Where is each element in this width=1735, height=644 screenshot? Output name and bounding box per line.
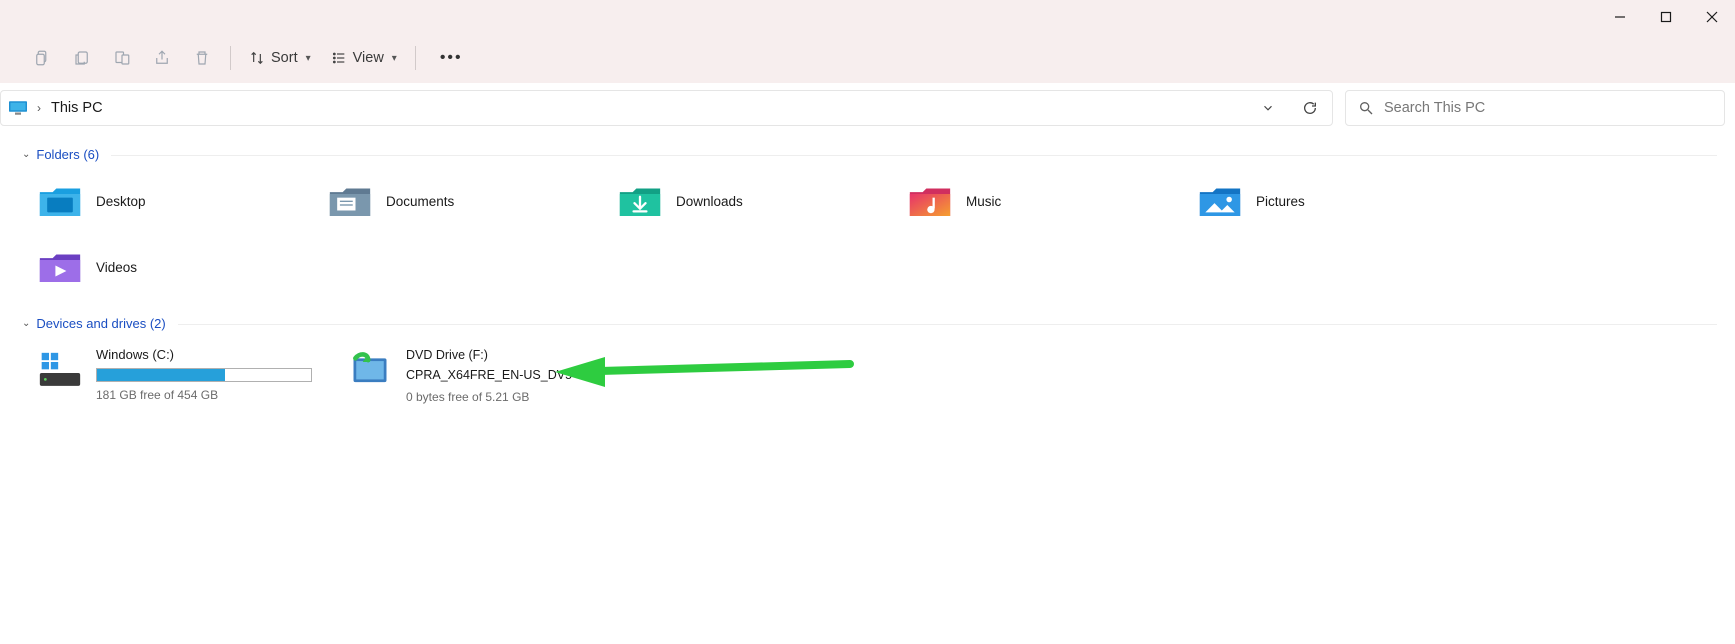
folder-label: Music — [966, 194, 1001, 209]
folder-desktop[interactable]: Desktop — [32, 174, 322, 228]
pictures-folder-icon — [1198, 181, 1242, 221]
title-bar — [0, 0, 1735, 33]
share-button[interactable] — [142, 38, 182, 78]
folder-videos[interactable]: Videos — [32, 240, 322, 294]
address-bar[interactable]: › This PC — [0, 90, 1333, 126]
drive-windows-c[interactable]: Windows (C:) 181 GB free of 454 GB — [32, 345, 322, 406]
history-dropdown-button[interactable] — [1250, 91, 1286, 125]
navigation-row: › This PC — [0, 83, 1735, 133]
folder-label: Desktop — [96, 194, 146, 209]
folders-section-label: Folders (6) — [36, 147, 99, 162]
hard-drive-icon — [38, 349, 82, 389]
folder-label: Videos — [96, 260, 137, 275]
delete-button[interactable] — [182, 38, 222, 78]
downloads-folder-icon — [618, 181, 662, 221]
view-icon — [331, 50, 347, 66]
this-pc-icon — [9, 101, 27, 115]
maximize-button[interactable] — [1643, 0, 1689, 33]
refresh-button[interactable] — [1292, 91, 1328, 125]
dvd-drive-icon — [348, 349, 392, 389]
close-button[interactable] — [1689, 0, 1735, 33]
folder-label: Documents — [386, 194, 454, 209]
drive-usage-bar — [96, 368, 312, 382]
sort-menu[interactable]: Sort ▾ — [239, 50, 321, 66]
videos-folder-icon — [38, 247, 82, 287]
paste-button[interactable] — [102, 38, 142, 78]
folders-section-header[interactable]: ⌄ Folders (6) — [18, 133, 1717, 168]
drive-title-line2: CPRA_X64FRE_EN-US_DV5 — [406, 367, 626, 383]
search-box[interactable] — [1345, 90, 1725, 126]
sort-icon — [249, 50, 265, 66]
drive-title: Windows (C:) — [96, 347, 316, 364]
folder-music[interactable]: Music — [902, 174, 1192, 228]
folder-label: Downloads — [676, 194, 743, 209]
search-input[interactable] — [1384, 100, 1712, 116]
chevron-down-icon: ⌄ — [22, 149, 30, 160]
minimize-button[interactable] — [1597, 0, 1643, 33]
drive-dvd-f[interactable]: DVD Drive (F:) CPRA_X64FRE_EN-US_DV5 0 b… — [342, 345, 632, 406]
more-options-button[interactable]: ••• — [424, 49, 479, 67]
drive-subtitle: 0 bytes free of 5.21 GB — [406, 390, 626, 404]
music-folder-icon — [908, 181, 952, 221]
folders-grid: Desktop Documents Downloads Music — [18, 168, 1717, 302]
sort-label: Sort — [271, 50, 298, 66]
chevron-down-icon: ▾ — [392, 53, 397, 64]
chevron-down-icon: ⌄ — [22, 318, 30, 329]
documents-folder-icon — [328, 181, 372, 221]
drives-section-header[interactable]: ⌄ Devices and drives (2) — [18, 302, 1717, 337]
folder-label: Pictures — [1256, 194, 1305, 209]
drive-title-line1: DVD Drive (F:) — [406, 347, 626, 363]
drives-section-label: Devices and drives (2) — [36, 316, 165, 331]
toolbar: Sort ▾ View ▾ ••• — [0, 33, 1735, 83]
folder-downloads[interactable]: Downloads — [612, 174, 902, 228]
content-area: ⌄ Folders (6) Desktop Documents Download… — [0, 133, 1735, 644]
desktop-folder-icon — [38, 181, 82, 221]
view-label: View — [353, 50, 384, 66]
drives-row: Windows (C:) 181 GB free of 454 GB DVD D… — [18, 337, 1717, 406]
view-menu[interactable]: View ▾ — [321, 50, 407, 66]
breadcrumb-location[interactable]: This PC — [51, 100, 103, 116]
drive-subtitle: 181 GB free of 454 GB — [96, 388, 316, 402]
copy-button[interactable] — [62, 38, 102, 78]
folder-pictures[interactable]: Pictures — [1192, 174, 1482, 228]
chevron-down-icon: ▾ — [306, 53, 311, 64]
search-icon — [1358, 100, 1374, 116]
folder-documents[interactable]: Documents — [322, 174, 612, 228]
cut-button[interactable] — [22, 38, 62, 78]
breadcrumb-separator-icon: › — [33, 101, 45, 115]
